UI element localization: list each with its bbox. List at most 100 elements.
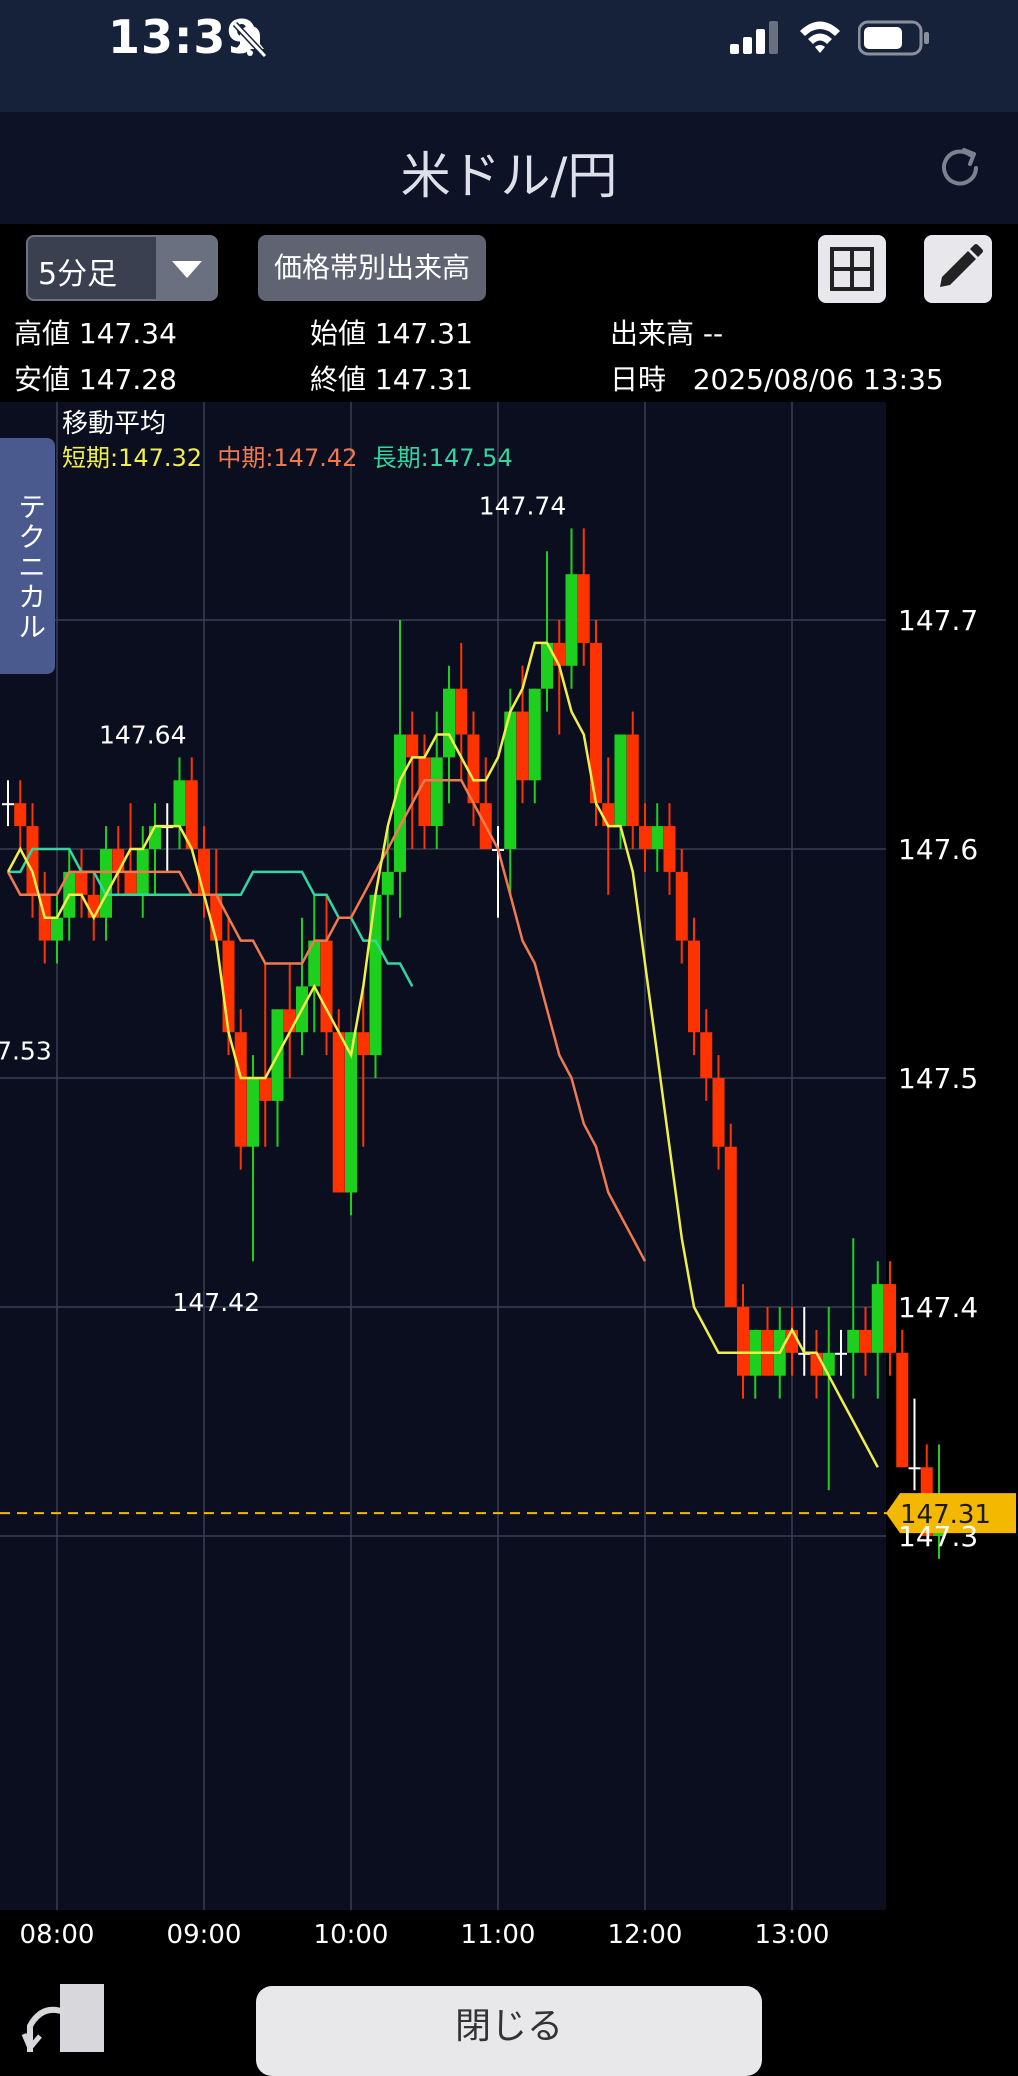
wifi-icon [800, 21, 840, 53]
interval-select[interactable]: 5分足 [26, 235, 218, 301]
y-tick-label: 147.5 [898, 1062, 978, 1095]
candle-body [100, 849, 112, 918]
candle-body [688, 940, 700, 1033]
close-value: 147.31 [374, 363, 473, 396]
candle-body [700, 1032, 713, 1078]
candle-body [418, 757, 431, 827]
volume-label: 出来高 [610, 317, 695, 350]
candle-body [896, 1352, 909, 1468]
back-icon[interactable] [20, 1982, 106, 2052]
candle-body [443, 688, 455, 758]
candles [2, 528, 945, 1559]
candle-body [394, 734, 406, 872]
candle-body [430, 757, 443, 827]
candlestick-chart[interactable]: 147.31147.74147.64147.53147.42 147.7147.… [0, 402, 1018, 1982]
x-tick-label: 12:00 [608, 1920, 683, 1950]
technical-tab-label: テクニカル [14, 492, 47, 642]
open-label: 始値 [310, 317, 367, 350]
candle-body [737, 1307, 749, 1376]
candle-body [259, 1078, 272, 1101]
x-axis-labels: 08:00 09:00 10:00 11:00 12:00 13:00 [20, 1920, 830, 1950]
candle-body [859, 1329, 872, 1353]
grid-lines [0, 402, 886, 1910]
candle-body [528, 688, 541, 781]
candle-body [908, 1467, 921, 1470]
ma-legend: 短期:147.32 中期:147.42 長期:147.54 [62, 438, 513, 473]
volume-profile-button[interactable]: 価格帯別出来高 [258, 235, 486, 301]
candle-body [565, 574, 578, 666]
candle-body [14, 803, 27, 827]
candle-body [283, 1009, 296, 1033]
ma-long-label: 長期:147.54 [372, 444, 513, 472]
reload-icon[interactable] [934, 142, 986, 194]
open-info: 始値 147.31 [310, 312, 473, 352]
candle-body [247, 1078, 259, 1147]
candle-body [112, 849, 125, 872]
candle-body [222, 940, 235, 1033]
x-tick-label: 10:00 [314, 1920, 389, 1950]
candle-body [87, 894, 100, 918]
candle-body [871, 1284, 884, 1353]
bell-muted-icon [232, 21, 268, 59]
low-value: 147.28 [78, 363, 177, 396]
candle-body [786, 1329, 798, 1353]
close-button[interactable]: 閉じる [256, 1986, 762, 2076]
high-info: 高値 147.34 [14, 312, 177, 352]
y-tick-label: 147.7 [898, 604, 978, 637]
nav-bar: 米ドル/円 [0, 112, 1018, 224]
annotations: 147.31147.74147.64147.53147.42 [0, 491, 1016, 1534]
candle-body [51, 917, 63, 941]
candle-body [577, 574, 590, 643]
extreme-label: 147.53 [0, 1036, 52, 1065]
y-axis-labels: 147.7 147.6 147.5 147.4 147.3 [898, 604, 978, 1553]
cellular-signal-icon [730, 21, 778, 54]
status-bar: 13:39 [0, 0, 1018, 112]
datetime-info: 日時 2025/08/06 13:35 [610, 358, 944, 398]
technical-tab[interactable]: テクニカル [0, 438, 55, 674]
candle-body [884, 1284, 896, 1353]
ma-mid-label: 中期:147.42 [217, 444, 358, 472]
candle-body [835, 1352, 847, 1355]
candle-body [663, 826, 676, 872]
open-value: 147.31 [374, 317, 473, 350]
candle-body [516, 711, 529, 781]
candle-body [712, 1078, 725, 1147]
candle-body [455, 688, 468, 735]
extreme-label: 147.64 [99, 720, 186, 749]
extreme-label: 147.42 [173, 1288, 260, 1317]
candle-body [406, 734, 419, 758]
candle-body [332, 1032, 345, 1193]
candle-body [381, 871, 394, 895]
candle-body [847, 1329, 860, 1353]
close-label: 終値 [310, 363, 367, 396]
candle-body [614, 734, 627, 827]
candle-body [724, 1146, 737, 1307]
x-tick-label: 13:00 [755, 1920, 830, 1950]
ma-short-label: 短期:147.32 [62, 444, 203, 472]
volume-value: -- [702, 317, 724, 350]
candle-body [75, 871, 88, 895]
drawing-button[interactable] [924, 235, 992, 303]
interval-label: 5分足 [38, 257, 118, 292]
volume-info: 出来高 -- [610, 312, 723, 352]
candle-body [822, 1352, 835, 1376]
candle-body [173, 780, 186, 827]
extreme-label: 147.74 [479, 491, 566, 520]
ma-legend-title: 移動平均 [62, 409, 167, 439]
x-tick-label: 11:00 [461, 1920, 536, 1950]
datetime-label: 日時 [610, 363, 667, 396]
layout-grid-button[interactable] [818, 235, 886, 303]
candle-body [553, 642, 566, 666]
y-tick-label: 147.6 [898, 833, 978, 866]
y-tick-label: 147.4 [898, 1291, 978, 1324]
high-label: 高値 [14, 317, 71, 350]
candle-body [810, 1352, 823, 1376]
grid-icon [830, 247, 874, 291]
pencil-icon [940, 244, 983, 287]
x-tick-label: 08:00 [20, 1920, 95, 1950]
battery-icon [858, 20, 929, 56]
candle-body [602, 803, 615, 827]
close-info: 終値 147.31 [310, 358, 473, 398]
candle-body [198, 849, 210, 895]
candle-body [651, 826, 664, 849]
